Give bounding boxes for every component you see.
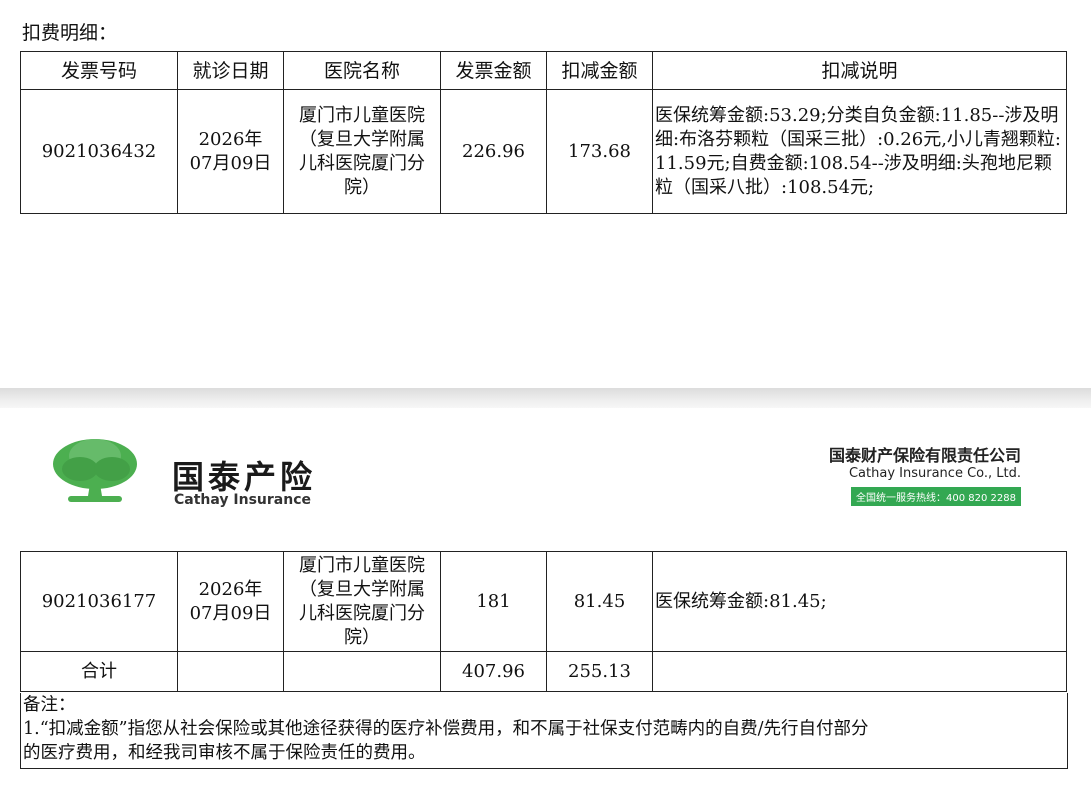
page-separator [0,388,1091,408]
company-name-cn: 国泰财产保险有限责任公司 [828,446,1021,465]
date-year: 2026年 [198,128,263,150]
table-row: 9021036177 2026年 07月09日 厦门市儿童医院 （复旦大学附属 … [20,551,1067,652]
date-day: 07月09日 [189,152,272,174]
hospital-line: 儿科医院厦门分 [299,602,425,624]
invoice-amount-cell: 226.96 [440,89,547,214]
hotline-badge: 全国统一服务热线：400 820 2288 [851,487,1021,506]
brand-name-en: Cathay Insurance [174,492,311,508]
notes-box: 备注： 1.“扣减金额”指您从社会保险或其他途径获得的医疗补偿费用，和不属于社保… [20,693,1068,769]
document-page-1: 扣费明细： 发票号码 就诊日期 医院名称 发票金额 扣减金额 扣减说明 9021… [0,0,1091,388]
header-invoice-amount: 发票金额 [440,51,547,90]
date-year: 2026年 [198,578,263,600]
header-invoice-no: 发票号码 [20,51,178,90]
invoice-no-cell: 9021036177 [20,551,178,652]
hospital-line: 院） [344,626,380,648]
date-cell: 2026年 07月09日 [177,89,284,214]
notes-line: 的医疗费用，和经我司审核不属于保险责任的费用。 [23,743,426,763]
total-deduction: 255.13 [546,651,653,692]
total-row: 合计 407.96 255.13 [20,651,1067,692]
table-row: 9021036432 2026年 07月09日 厦门市儿童医院 （复旦大学附属 … [20,89,1067,214]
total-label: 合计 [20,651,178,692]
explanation-cell: 医保统筹金额:53.29;分类自负金额:11.85--涉及明细:布洛芬颗粒（国采… [652,89,1067,214]
hospital-line: （复旦大学附属 [299,578,425,600]
invoice-no-cell: 9021036432 [20,89,178,214]
deduction-detail-table-continued: 9021036177 2026年 07月09日 厦门市儿童医院 （复旦大学附属 … [20,551,1067,692]
hospital-cell: 厦门市儿童医院 （复旦大学附属 儿科医院厦门分 院） [283,551,441,652]
hospital-line: 厦门市儿童医院 [299,104,425,126]
total-invoice-amount: 407.96 [440,651,547,692]
hospital-line: 儿科医院厦门分 [299,152,425,174]
deduction-cell: 81.45 [546,551,653,652]
notes-title: 备注： [23,695,76,715]
hospital-cell: 厦门市儿童医院 （复旦大学附属 儿科医院厦门分 院） [283,89,441,214]
section-title: 扣费明细： [22,22,118,44]
date-day: 07月09日 [189,602,272,624]
header-date: 就诊日期 [177,51,284,90]
header-deduction: 扣减金额 [546,51,653,90]
empty-cell [283,651,441,692]
explanation-cell: 医保统筹金额:81.45; [652,551,1067,652]
header-explanation: 扣减说明 [652,51,1067,90]
hospital-line: 厦门市儿童医院 [299,554,425,576]
header-hospital: 医院名称 [283,51,441,90]
hospital-line: （复旦大学附属 [299,128,425,150]
invoice-amount-cell: 181 [440,551,547,652]
document-page-2: 国泰产险 Cathay Insurance 国泰财产保险有限责任公司 Catha… [0,408,1091,785]
notes-line: 1.“扣减金额”指您从社会保险或其他途径获得的医疗补偿费用，和不属于社保支付范畴… [23,719,869,739]
hospital-line: 院） [344,176,380,198]
deduction-cell: 173.68 [546,89,653,214]
table-header-row: 发票号码 就诊日期 医院名称 发票金额 扣减金额 扣减说明 [20,51,1067,90]
company-name-en: Cathay Insurance Co., Ltd. [848,466,1021,481]
empty-cell [652,651,1067,692]
empty-cell [177,651,284,692]
date-cell: 2026年 07月09日 [177,551,284,652]
deduction-detail-table: 发票号码 就诊日期 医院名称 发票金额 扣减金额 扣减说明 9021036432… [20,51,1067,214]
green-tree-logo-icon [53,439,137,502]
